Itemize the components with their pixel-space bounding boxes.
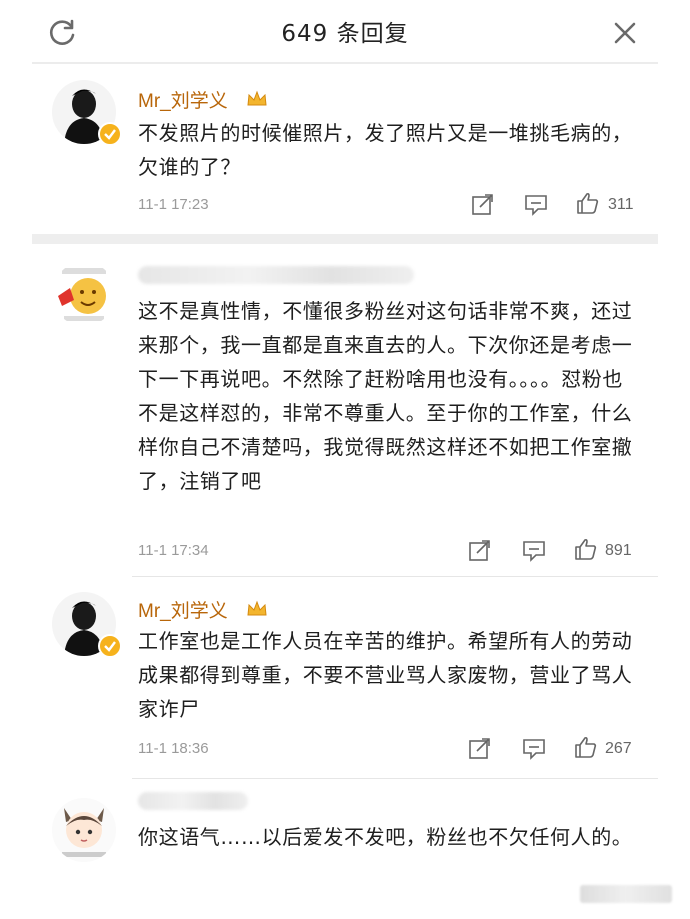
- comment-text: 你这语气……以后爱发不发吧，粉丝也不欠任何人的。: [138, 825, 633, 849]
- like-count: 891: [605, 542, 632, 559]
- reply-header: 649 条回复: [0, 0, 690, 64]
- cartoon-avatar-icon: [62, 808, 106, 857]
- comment-icon[interactable]: [522, 738, 546, 760]
- share-icon[interactable]: [468, 738, 492, 760]
- share-icon[interactable]: [471, 194, 495, 216]
- comment-icon[interactable]: [524, 194, 548, 216]
- blurred-username: [138, 266, 414, 284]
- comment-item: Mr_刘学义 不发照片的时候催照片，发了照片又是一堆挑毛病的，欠谁的了？ 11-…: [0, 70, 690, 230]
- timestamp: 11-1 17:23: [138, 196, 209, 213]
- crown-icon: [247, 600, 267, 616]
- emoji-avatar-icon: [58, 268, 106, 321]
- comment-item: Mr_刘学义 工作室也是工作人员在辛苦的维护。希望所有人的劳动成果都得到尊重，不…: [0, 584, 690, 774]
- page-title: 649 条回复: [281, 21, 409, 47]
- timestamp: 11-1 18:36: [138, 740, 209, 757]
- reply-divider: [132, 576, 658, 577]
- like-count: 267: [605, 740, 632, 757]
- like-icon[interactable]: [574, 736, 598, 758]
- header-divider: [32, 62, 658, 64]
- avatar[interactable]: [52, 798, 116, 862]
- username-link[interactable]: Mr_刘学义: [138, 86, 228, 113]
- share-icon[interactable]: [468, 540, 492, 562]
- like-icon[interactable]: [576, 192, 600, 214]
- crown-icon: [247, 90, 267, 106]
- comment-text: 不发照片的时候催照片，发了照片又是一堆挑毛病的，欠谁的了？: [138, 121, 633, 179]
- close-icon[interactable]: [610, 18, 640, 48]
- section-divider: [32, 234, 658, 244]
- verified-badge-icon: [98, 122, 122, 146]
- comment-item: 这不是真性情，不懂很多粉丝对这句话非常不爽，还过来那个，我一直都是直来直去的人。…: [0, 248, 690, 578]
- avatar[interactable]: [52, 262, 116, 326]
- blurred-username: [138, 792, 248, 810]
- timestamp: 11-1 17:34: [138, 542, 209, 559]
- like-icon[interactable]: [574, 538, 598, 560]
- reply-divider: [132, 778, 658, 779]
- like-count: 311: [608, 196, 634, 213]
- watermark: [580, 885, 672, 903]
- comment-icon[interactable]: [522, 540, 546, 562]
- verified-badge-icon: [98, 634, 122, 658]
- username-link[interactable]: Mr_刘学义: [138, 596, 228, 623]
- comment-text: 这不是真性情，不懂很多粉丝对这句话非常不爽，还过来那个，我一直都是直来直去的人。…: [138, 299, 633, 493]
- comment-text: 工作室也是工作人员在辛苦的维护。希望所有人的劳动成果都得到尊重，不要不营业骂人家…: [138, 629, 633, 721]
